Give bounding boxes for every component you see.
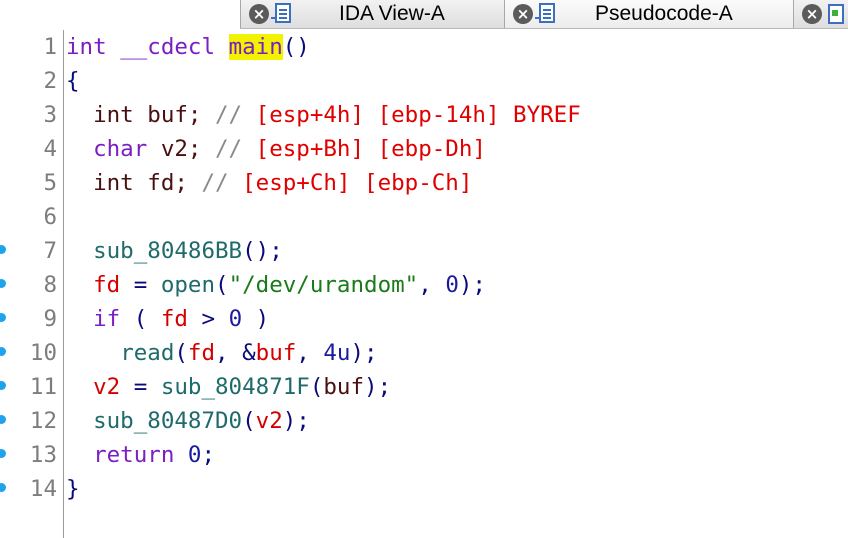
code-text: if ( fd > 0 ) xyxy=(93,306,270,332)
code-text: sub_80486BB(); xyxy=(93,238,283,264)
code-text: char v2; // [esp+Bh] [ebp-Dh] xyxy=(93,136,486,162)
close-tab-icon[interactable]: × xyxy=(802,4,822,24)
code-line[interactable]: 1 int __cdecl main() xyxy=(0,30,848,64)
line-number: 2 xyxy=(43,68,57,94)
code-line[interactable]: 14 } xyxy=(0,472,848,506)
line-number: 9 xyxy=(43,306,57,332)
tab-strip: × IDA View-A × Pseudocode-A × xyxy=(240,0,848,29)
code-line[interactable]: 13 return 0; xyxy=(0,438,848,472)
tab-label: IDA View-A xyxy=(339,2,445,25)
line-number: 6 xyxy=(43,204,57,230)
code-line[interactable]: 9 if ( fd > 0 ) xyxy=(0,302,848,336)
code-text: { xyxy=(66,68,80,94)
line-number: 1 xyxy=(43,34,57,60)
code-line[interactable]: 5 int fd; // [esp+Ch] [ebp-Ch] xyxy=(0,166,848,200)
line-number: 14 xyxy=(29,476,57,502)
line-number: 7 xyxy=(43,238,57,264)
line-number: 5 xyxy=(43,170,57,196)
code-text: sub_80487D0(v2); xyxy=(93,408,310,434)
tab-pseudocode-a[interactable]: × Pseudocode-A xyxy=(504,0,794,28)
close-tab-icon[interactable]: × xyxy=(249,4,269,24)
close-tab-icon[interactable]: × xyxy=(513,4,533,24)
code-text: read(fd, &buf, 4u); xyxy=(120,340,378,366)
tab-bar: × IDA View-A × Pseudocode-A × xyxy=(0,0,848,30)
line-number: 10 xyxy=(29,340,57,366)
code-line[interactable]: 3 int buf; // [esp+4h] [ebp-14h] BYREF xyxy=(0,98,848,132)
code-text: int fd; // [esp+Ch] [ebp-Ch] xyxy=(93,170,473,196)
code-line[interactable]: 4 char v2; // [esp+Bh] [ebp-Dh] xyxy=(0,132,848,166)
code-line[interactable]: 6 xyxy=(0,200,848,234)
code-line[interactable]: 7 sub_80486BB(); xyxy=(0,234,848,268)
tab-label: Pseudocode-A xyxy=(595,2,733,25)
document-icon xyxy=(535,3,555,23)
code-text: int __cdecl main() xyxy=(66,34,310,60)
line-number: 13 xyxy=(29,442,57,468)
document-icon xyxy=(271,3,291,23)
line-number: 3 xyxy=(43,102,57,128)
code-line[interactable]: 12 sub_80487D0(v2); xyxy=(0,404,848,438)
line-number: 4 xyxy=(43,136,57,162)
code-line[interactable]: 10 read(fd, &buf, 4u); xyxy=(0,336,848,370)
code-text: fd = open("/dev/urandom", 0); xyxy=(93,272,486,298)
code-line[interactable]: 11 v2 = sub_804871F(buf); xyxy=(0,370,848,404)
line-number: 12 xyxy=(29,408,57,434)
code-text: return 0; xyxy=(93,442,216,468)
graph-icon xyxy=(828,4,844,24)
code-text: } xyxy=(66,476,80,502)
pseudocode-view[interactable]: 1 int __cdecl main() 2 { 3 int buf; // [… xyxy=(0,30,848,538)
line-number: 8 xyxy=(43,272,57,298)
highlighted-identifier: main xyxy=(228,34,283,60)
line-number: 11 xyxy=(29,374,57,400)
code-text: v2 = sub_804871F(buf); xyxy=(93,374,392,400)
tab-ida-view-a[interactable]: × IDA View-A xyxy=(240,0,505,28)
code-line[interactable]: 8 fd = open("/dev/urandom", 0); xyxy=(0,268,848,302)
code-line[interactable]: 2 { xyxy=(0,64,848,98)
code-text: int buf; // [esp+4h] [ebp-14h] BYREF xyxy=(93,102,581,128)
